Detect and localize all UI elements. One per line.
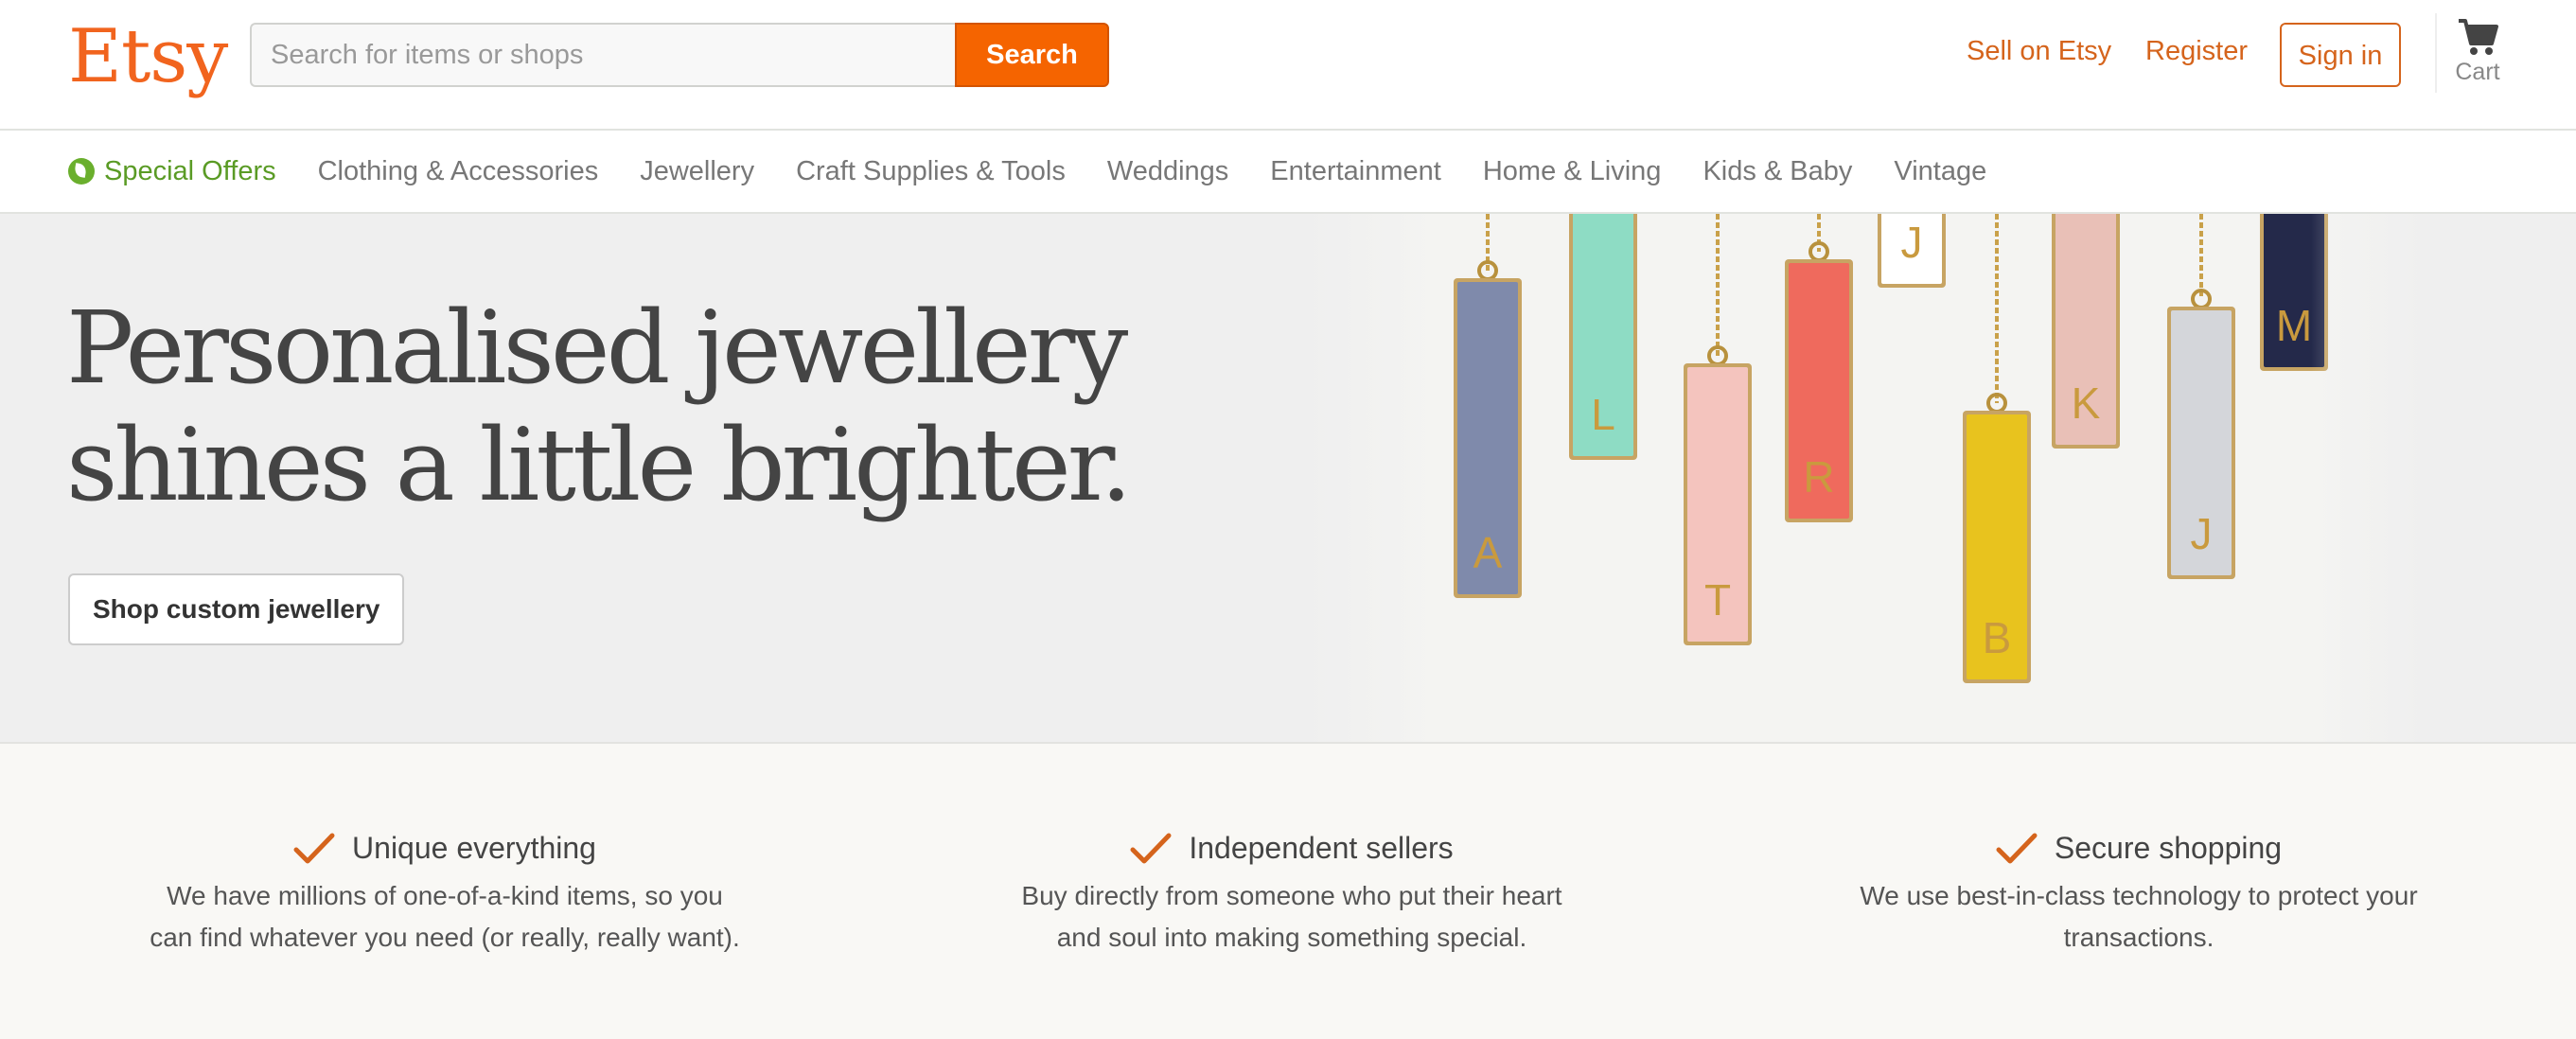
check-icon: [1996, 833, 2038, 863]
category-clothing-accessories[interactable]: Clothing & Accessories: [318, 156, 599, 187]
category-jewellery[interactable]: Jewellery: [640, 156, 754, 187]
category-label: Special Offers: [104, 155, 276, 186]
value-prop-independent: Independent sellers Buy directly from so…: [932, 831, 1651, 959]
value-prop-text: We use best-in-class technology to prote…: [1860, 880, 2418, 910]
cart-icon: [2459, 19, 2498, 55]
sign-in-button[interactable]: Sign in: [2280, 23, 2401, 87]
check-icon: [1130, 833, 1172, 863]
hero-title: Personalised jewellery shines a little b…: [66, 290, 1132, 523]
category-entertainment[interactable]: Entertainment: [1270, 156, 1441, 187]
search-button[interactable]: Search: [955, 23, 1109, 87]
category-special-offers[interactable]: Special Offers: [68, 156, 276, 187]
shop-custom-jewellery-button[interactable]: Shop custom jewellery: [68, 573, 405, 645]
etsy-logo[interactable]: Etsy: [68, 9, 228, 104]
cart-button[interactable]: Cart: [2451, 17, 2504, 86]
value-prop-text: We have millions of one-of-a-kind items,…: [167, 880, 723, 910]
hero-banner: Personalised jewellery shines a little b…: [0, 214, 2576, 744]
search-input[interactable]: [250, 23, 955, 87]
category-craft-supplies-tools[interactable]: Craft Supplies & Tools: [796, 156, 1066, 187]
value-prop-text: and soul into making something special.: [1056, 922, 1527, 952]
hero-image-pendants: ALTRJBKJM: [1306, 214, 2423, 742]
cart-label: Cart: [2455, 59, 2500, 85]
register-link[interactable]: Register: [2145, 36, 2248, 67]
value-prop-title: Unique everything: [352, 831, 596, 865]
value-prop-text: Buy directly from someone who put their …: [1021, 880, 1562, 910]
value-prop-title: Secure shopping: [2054, 831, 2283, 865]
sell-on-etsy-link[interactable]: Sell on Etsy: [1967, 36, 2111, 67]
check-icon: [293, 833, 335, 863]
category-home-living[interactable]: Home & Living: [1483, 156, 1662, 187]
leaf-icon: [68, 158, 95, 185]
category-nav: Special Offers Clothing & Accessories Je…: [0, 131, 2576, 214]
value-prop-secure: Secure shopping We use best-in-class tec…: [1779, 831, 2498, 959]
value-propositions: Unique everything We have millions of on…: [0, 744, 2576, 1039]
value-prop-unique: Unique everything We have millions of on…: [85, 831, 804, 959]
header-divider: [2435, 13, 2437, 93]
site-header: Etsy Search Sell on Etsy Register Sign i…: [0, 0, 2576, 131]
category-weddings[interactable]: Weddings: [1107, 156, 1228, 187]
value-prop-text: can find whatever you need (or really, r…: [150, 922, 740, 952]
value-prop-title: Independent sellers: [1189, 831, 1454, 865]
category-vintage[interactable]: Vintage: [1894, 156, 1986, 187]
value-prop-text: transactions.: [2063, 922, 2214, 952]
category-kids-baby[interactable]: Kids & Baby: [1703, 156, 1852, 187]
